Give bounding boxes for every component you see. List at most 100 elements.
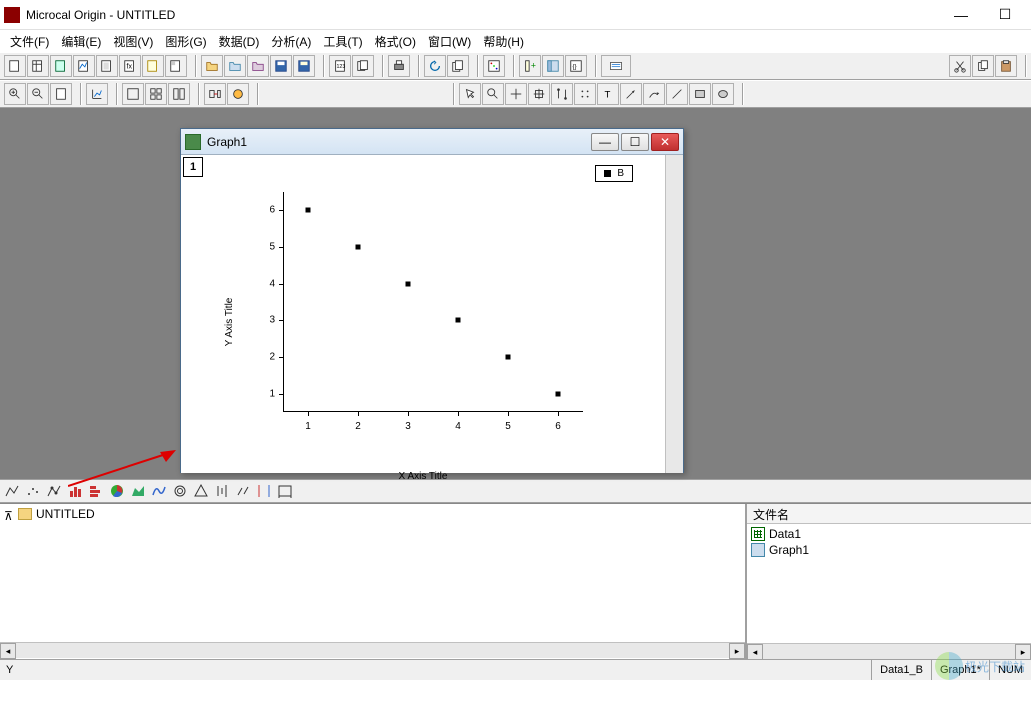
data-point[interactable] bbox=[306, 208, 311, 213]
open-button[interactable] bbox=[201, 55, 223, 77]
slide-show-button[interactable] bbox=[601, 55, 631, 77]
merge-button[interactable] bbox=[204, 83, 226, 105]
add-color-button[interactable] bbox=[227, 83, 249, 105]
double-y-button[interactable] bbox=[254, 481, 274, 501]
menu-data[interactable]: 数据(D) bbox=[213, 31, 266, 52]
zoom-in-button[interactable] bbox=[4, 83, 26, 105]
polar-plot-button[interactable] bbox=[170, 481, 190, 501]
data-point[interactable] bbox=[556, 391, 561, 396]
scroll-right-button[interactable]: ▸ bbox=[1015, 644, 1031, 660]
text-tool[interactable]: T bbox=[597, 83, 619, 105]
menu-tools[interactable]: 工具(T) bbox=[317, 31, 368, 52]
data-point[interactable] bbox=[406, 281, 411, 286]
menu-view[interactable]: 视图(V) bbox=[107, 31, 159, 52]
minimize-button[interactable]: — bbox=[939, 1, 983, 29]
menu-help[interactable]: 帮助(H) bbox=[477, 31, 530, 52]
import-ascii-button[interactable]: 123 bbox=[329, 55, 351, 77]
pie-plot-button[interactable] bbox=[107, 481, 127, 501]
graph-maximize-button[interactable]: ☐ bbox=[621, 133, 649, 151]
screen-reader-tool[interactable] bbox=[505, 83, 527, 105]
maximize-button[interactable]: ☐ bbox=[983, 1, 1027, 29]
new-function-button[interactable]: fx bbox=[119, 55, 141, 77]
column-plot-button[interactable] bbox=[65, 481, 85, 501]
arrange-layers-button[interactable] bbox=[145, 83, 167, 105]
scroll-left-button[interactable]: ◂ bbox=[747, 644, 763, 660]
new-layout-button[interactable] bbox=[165, 55, 187, 77]
extract-layers-button[interactable] bbox=[168, 83, 190, 105]
project-tree[interactable] bbox=[0, 524, 745, 642]
menu-format[interactable]: 格式(O) bbox=[369, 31, 422, 52]
layer-indicator[interactable]: 1 bbox=[183, 157, 203, 177]
copy-button[interactable] bbox=[972, 55, 994, 77]
new-project-button[interactable] bbox=[4, 55, 26, 77]
graph-scrollbar[interactable] bbox=[665, 155, 683, 473]
data-point[interactable] bbox=[506, 355, 511, 360]
open-excel-button[interactable] bbox=[224, 55, 246, 77]
line-plot-button[interactable] bbox=[2, 481, 22, 501]
y-axis-title[interactable]: Y Axis Title bbox=[224, 298, 235, 347]
project-hscrollbar[interactable]: ◂ ▸ bbox=[0, 642, 745, 658]
pointer-tool[interactable] bbox=[459, 83, 481, 105]
graph-close-button[interactable]: ✕ bbox=[651, 133, 679, 151]
zoom-tool[interactable] bbox=[482, 83, 504, 105]
rescale-button[interactable] bbox=[86, 83, 108, 105]
project-root-label[interactable]: UNTITLED bbox=[36, 507, 95, 521]
print-button[interactable] bbox=[388, 55, 410, 77]
save-button[interactable] bbox=[270, 55, 292, 77]
code-builder-button[interactable]: {} bbox=[565, 55, 587, 77]
refresh-button[interactable] bbox=[424, 55, 446, 77]
new-notes-button[interactable] bbox=[142, 55, 164, 77]
file-list-header[interactable]: 文件名 bbox=[747, 504, 1031, 524]
paste-button[interactable] bbox=[995, 55, 1017, 77]
menu-file[interactable]: 文件(F) bbox=[4, 31, 55, 52]
list-item[interactable]: Data1 bbox=[749, 526, 1029, 542]
bar-plot-button[interactable] bbox=[86, 481, 106, 501]
line-symbol-button[interactable] bbox=[44, 481, 64, 501]
new-worksheet-button[interactable] bbox=[27, 55, 49, 77]
save-template-button[interactable] bbox=[293, 55, 315, 77]
template-button[interactable] bbox=[275, 481, 295, 501]
data-reader-tool[interactable] bbox=[528, 83, 550, 105]
data-selector-tool[interactable] bbox=[551, 83, 573, 105]
whole-page-button[interactable] bbox=[50, 83, 72, 105]
list-item[interactable]: Graph1 bbox=[749, 542, 1029, 558]
legend[interactable]: B bbox=[595, 165, 633, 182]
open-template-button[interactable] bbox=[247, 55, 269, 77]
duplicate-button[interactable] bbox=[447, 55, 469, 77]
circle-tool[interactable] bbox=[712, 83, 734, 105]
scroll-right-button[interactable]: ▸ bbox=[729, 643, 745, 659]
pin-icon[interactable]: ⊼ bbox=[4, 509, 14, 519]
vector-plot-button[interactable] bbox=[233, 481, 253, 501]
plot-area[interactable]: B Y Axis Title X Axis Title 123456123456 bbox=[203, 157, 653, 471]
file-hscrollbar[interactable]: ◂ ▸ bbox=[747, 643, 1031, 659]
curved-arrow-tool[interactable] bbox=[643, 83, 665, 105]
graph-minimize-button[interactable]: — bbox=[591, 133, 619, 151]
scroll-left-button[interactable]: ◂ bbox=[0, 643, 16, 659]
import-multi-button[interactable] bbox=[352, 55, 374, 77]
cut-button[interactable] bbox=[949, 55, 971, 77]
spline-plot-button[interactable] bbox=[149, 481, 169, 501]
hilo-plot-button[interactable] bbox=[212, 481, 232, 501]
mask-tool[interactable] bbox=[574, 83, 596, 105]
rect-tool[interactable] bbox=[689, 83, 711, 105]
menu-analysis[interactable]: 分析(A) bbox=[265, 31, 317, 52]
line-tool[interactable] bbox=[666, 83, 688, 105]
menu-graph[interactable]: 图形(G) bbox=[159, 31, 212, 52]
data-point[interactable] bbox=[456, 318, 461, 323]
new-excel-button[interactable] bbox=[50, 55, 72, 77]
menu-edit[interactable]: 编辑(E) bbox=[55, 31, 107, 52]
ternary-plot-button[interactable] bbox=[191, 481, 211, 501]
new-graph-button[interactable] bbox=[73, 55, 95, 77]
arrow-tool[interactable] bbox=[620, 83, 642, 105]
scatter-plot-button[interactable] bbox=[23, 481, 43, 501]
x-axis-title[interactable]: X Axis Title bbox=[399, 471, 448, 482]
zoom-out-button[interactable] bbox=[27, 83, 49, 105]
add-column-button[interactable]: + bbox=[519, 55, 541, 77]
add-layer-button[interactable] bbox=[122, 83, 144, 105]
new-matrix-button[interactable] bbox=[96, 55, 118, 77]
results-log-button[interactable] bbox=[483, 55, 505, 77]
graph-titlebar[interactable]: Graph1 — ☐ ✕ bbox=[181, 129, 683, 155]
area-plot-button[interactable] bbox=[128, 481, 148, 501]
project-explorer-button[interactable] bbox=[542, 55, 564, 77]
data-point[interactable] bbox=[356, 245, 361, 250]
